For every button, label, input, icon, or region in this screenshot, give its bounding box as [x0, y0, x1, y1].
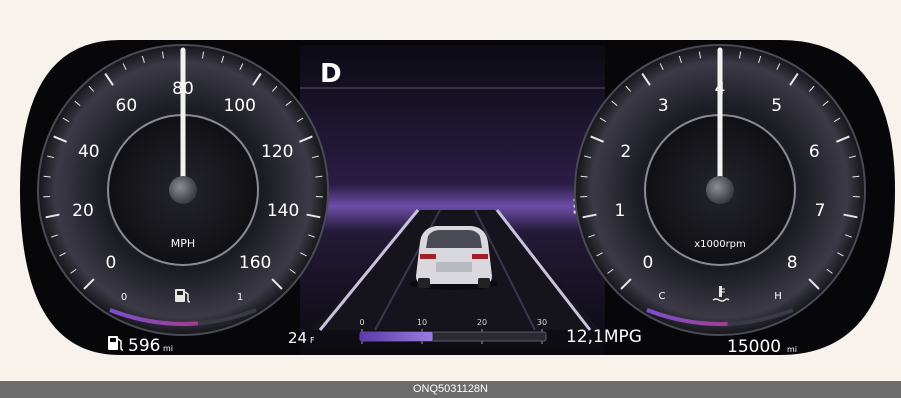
range-value: 596: [128, 336, 160, 356]
image-caption: ONQ5031128N: [0, 381, 901, 398]
tachometer: 012345678 x1000rpm C H: [574, 44, 866, 336]
temp-hot-label: H: [774, 291, 782, 302]
gear-indicator: D: [320, 59, 342, 89]
odometer-value: 15000: [727, 337, 781, 357]
mpg-tick-label: 0: [359, 318, 364, 327]
dial-number: 120: [261, 142, 293, 162]
outside-temp-unit: F: [310, 336, 315, 345]
odometer-unit: mi: [787, 345, 797, 354]
center-display: [300, 45, 605, 355]
fuel-full-label: 1: [237, 292, 243, 303]
dial-number: 2: [620, 142, 631, 162]
minor-tick: [852, 175, 860, 178]
dial-number: 0: [642, 253, 653, 273]
minor-tick: [580, 175, 588, 178]
mpg-tick-label: 20: [477, 318, 487, 327]
mpg-tick-label: 30: [537, 318, 547, 327]
speedometer-hub: [169, 176, 197, 204]
dial-number: 1: [615, 201, 626, 221]
dial-number: 40: [78, 142, 100, 162]
dial-number: 3: [658, 96, 669, 116]
dial-number: 8: [787, 253, 798, 273]
tachometer-hub: [706, 176, 734, 204]
rpm-unit-label: x1000rpm: [694, 239, 746, 250]
speed-unit-label: MPH: [171, 237, 195, 250]
dial-number: 0: [105, 253, 116, 273]
temp-cold-label: C: [659, 291, 666, 302]
dial-number: 100: [223, 96, 255, 116]
mpg-tick-label: 10: [417, 318, 427, 327]
dial-number: 160: [239, 253, 271, 273]
outside-temp-value: 24: [288, 329, 307, 347]
dial-number: 5: [771, 96, 782, 116]
dial-number: 140: [267, 201, 299, 221]
speedometer: 020406080100120140160 MPH 0 1: [37, 44, 329, 336]
fuel-economy-value: 12,1MPG: [566, 327, 642, 347]
dial-number: 20: [72, 201, 94, 221]
minor-tick: [315, 175, 323, 178]
car-rear-icon: [410, 226, 498, 290]
instrument-cluster: D 020406080100120140160 MPH 0 1 01234567…: [20, 40, 895, 357]
dial-number: 6: [809, 142, 820, 162]
dial-number: 7: [815, 201, 826, 221]
minor-tick: [43, 175, 51, 178]
mpg-bar-fill: [360, 332, 433, 341]
dial-number: 60: [116, 96, 138, 116]
fuel-empty-label: 0: [121, 292, 127, 303]
range-unit: mi: [163, 344, 173, 353]
